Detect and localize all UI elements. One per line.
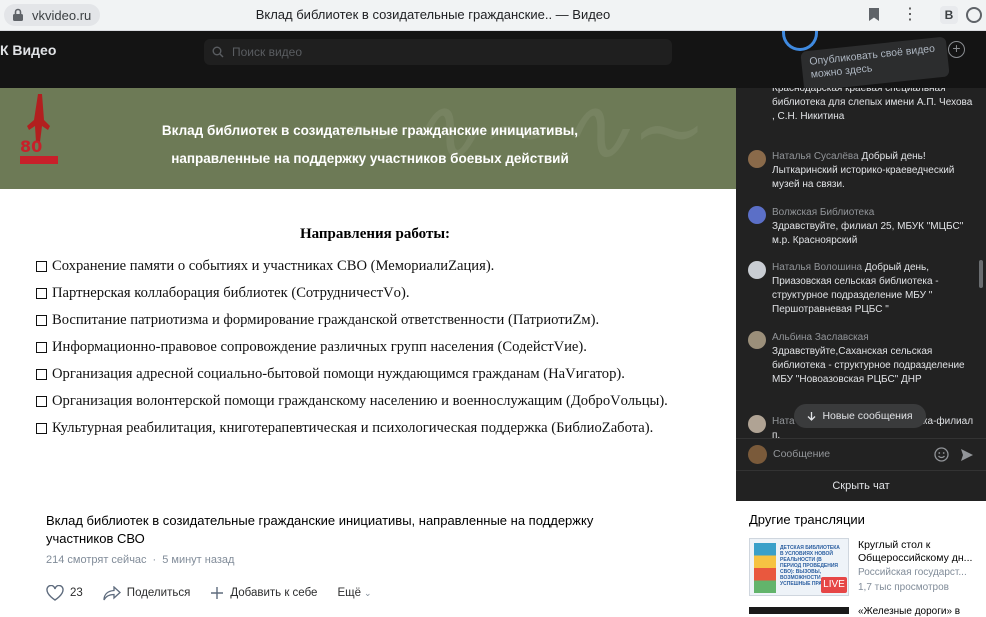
slide-banner: ~∿~∿~ 80 Вклад библиотек в созидательные… — [0, 88, 736, 189]
recommended-stream[interactable]: ДЕТСКАЯ БИБЛИОТЕКА В УСЛОВИЯХ НОВОЙ РЕАЛ… — [749, 538, 979, 598]
lock-icon — [13, 8, 23, 21]
list-item: Информационно-правовое сопровождение раз… — [36, 334, 668, 361]
chat-message: Наталья Сусалёва Добрый день! Лыткаринск… — [748, 150, 976, 192]
avatar[interactable] — [748, 206, 766, 224]
like-count: 23 — [70, 587, 83, 599]
chat-message-input[interactable]: Сообщение — [773, 448, 830, 460]
other-streams-heading: Другие трансляции — [749, 512, 865, 527]
add-to-library-button[interactable]: Добавить к себе — [210, 586, 317, 600]
directions-list: Сохранение памяти о событиях и участника… — [36, 253, 668, 442]
search-input[interactable]: Поиск видео — [204, 39, 672, 65]
chat-input-row: Сообщение — [736, 438, 986, 470]
chat-author[interactable]: Наталья Волошина — [772, 262, 862, 273]
avatar[interactable] — [748, 261, 766, 279]
banner-title-line2: направленные на поддержку участников бое… — [171, 151, 569, 166]
checkbox-icon — [36, 288, 47, 299]
viewer-count: 214 смотрят сейчас — [46, 554, 147, 566]
list-item: Организация адресной социально-бытовой п… — [36, 361, 668, 388]
banner-title-line1: Вклад библиотек в созидательные гражданс… — [161, 123, 579, 138]
address-bar[interactable]: vkvideo.ru — [4, 4, 100, 26]
stream-title[interactable]: Круглый стол к Общероссийскому дн... — [858, 539, 979, 565]
chevron-down-icon: ⌄ — [363, 587, 372, 598]
search-placeholder: Поиск видео — [232, 45, 303, 59]
stream-channel[interactable]: Российская государст... — [858, 567, 979, 578]
video-meta: 214 смотрят сейчас · 5 минут назад — [46, 554, 235, 566]
send-icon[interactable] — [960, 448, 974, 462]
list-item: Сохранение памяти о событиях и участника… — [36, 253, 668, 280]
site-logo[interactable]: К Видео — [0, 42, 56, 58]
chat-message: Альбина Заславская Здравствуйте,Саханская… — [748, 331, 976, 387]
video-title: Вклад библиотек в созидательные гражданс… — [46, 513, 594, 546]
heart-icon — [46, 585, 64, 601]
plus-icon — [211, 587, 224, 599]
hide-chat-button[interactable]: Скрыть чат — [736, 470, 986, 501]
publish-tooltip: Опубликовать своё видео можно здесь — [800, 36, 950, 92]
avatar[interactable] — [748, 331, 766, 349]
more-button[interactable]: Ещё ⌄ — [337, 587, 371, 599]
avatar — [748, 445, 767, 464]
list-item: Партнерская коллаборация библиотек (Сотр… — [36, 280, 668, 307]
arrow-down-icon — [807, 412, 816, 421]
extension-b-icon[interactable]: В — [940, 6, 958, 24]
video-player[interactable]: ~∿~∿~ 80 Вклад библиотек в созидательные… — [0, 88, 736, 501]
stream-thumbnail[interactable]: ДЕТСКАЯ БИБЛИОТЕКА В УСЛОВИЯХ НОВОЙ РЕАЛ… — [749, 538, 849, 596]
chat-message: Наталья Волошина Добрый день, Приазовска… — [748, 261, 976, 317]
slide-heading: Направления работы: — [299, 226, 451, 242]
chat-message: Краснодарская краевая специальная библио… — [772, 88, 973, 122]
stream-views: 1,7 тыс просмотров — [858, 582, 949, 593]
stream-title[interactable]: «Железные дороги» в — [858, 606, 960, 617]
chat-author[interactable]: Наталья Сусалёва — [772, 151, 859, 162]
more-vert-icon[interactable]: ⋮ — [902, 5, 918, 25]
checkbox-icon — [36, 261, 47, 272]
like-button[interactable]: 23 — [46, 585, 83, 601]
tab-title: Вклад библиотек в созидательные гражданс… — [255, 7, 611, 22]
checkbox-icon — [36, 342, 47, 353]
new-messages-button[interactable]: Новые сообщения — [794, 404, 926, 428]
media-control-icon[interactable] — [966, 7, 982, 23]
checkbox-icon — [36, 369, 47, 380]
chat-scrollbar[interactable] — [979, 260, 983, 288]
victory-emblem-icon: 80 — [20, 94, 58, 164]
chat-author[interactable]: Альбина Заславская — [772, 332, 869, 343]
svg-text:80: 80 — [20, 137, 42, 156]
chat-author[interactable]: Ната — [772, 416, 795, 427]
url-text: vkvideo.ru — [32, 7, 92, 23]
list-item: Культурная реабилитация, книготерапевтич… — [36, 415, 668, 442]
emoji-icon[interactable] — [934, 447, 949, 462]
chat-author[interactable]: Волжская Библиотека — [772, 207, 874, 218]
live-badge: LIVE — [821, 577, 847, 593]
checkbox-icon — [36, 396, 47, 407]
share-icon — [103, 585, 121, 600]
checkbox-icon — [36, 315, 47, 326]
avatar[interactable] — [748, 415, 766, 433]
search-icon — [212, 46, 224, 58]
stream-thumbnail[interactable] — [749, 607, 849, 614]
chat-messages[interactable]: Краснодарская краевая специальная библио… — [736, 88, 986, 438]
live-chat: Краснодарская краевая специальная библио… — [736, 88, 986, 501]
video-actions: 23 Поделиться Добавить к себе Ещё ⌄ — [46, 585, 392, 601]
list-item: Организация волонтерской помощи гражданс… — [36, 388, 668, 415]
checkbox-icon — [36, 423, 47, 434]
highlight-ring — [782, 31, 818, 51]
list-item: Воспитание патриотизма и формирование гр… — [36, 307, 668, 334]
time-ago: 5 минут назад — [162, 554, 235, 566]
chat-message: Волжская Библиотека Здравствуйте, филиал … — [748, 206, 976, 248]
avatar[interactable] — [748, 150, 766, 168]
upload-plus-icon[interactable]: + — [948, 41, 965, 58]
share-button[interactable]: Поделиться — [103, 585, 190, 601]
site-header: К Видео Поиск видео Опубликовать своё ви… — [0, 31, 986, 92]
bookmark-icon[interactable] — [868, 7, 880, 22]
browser-toolbar: vkvideo.ru Вклад библиотек в созидательн… — [0, 0, 986, 31]
